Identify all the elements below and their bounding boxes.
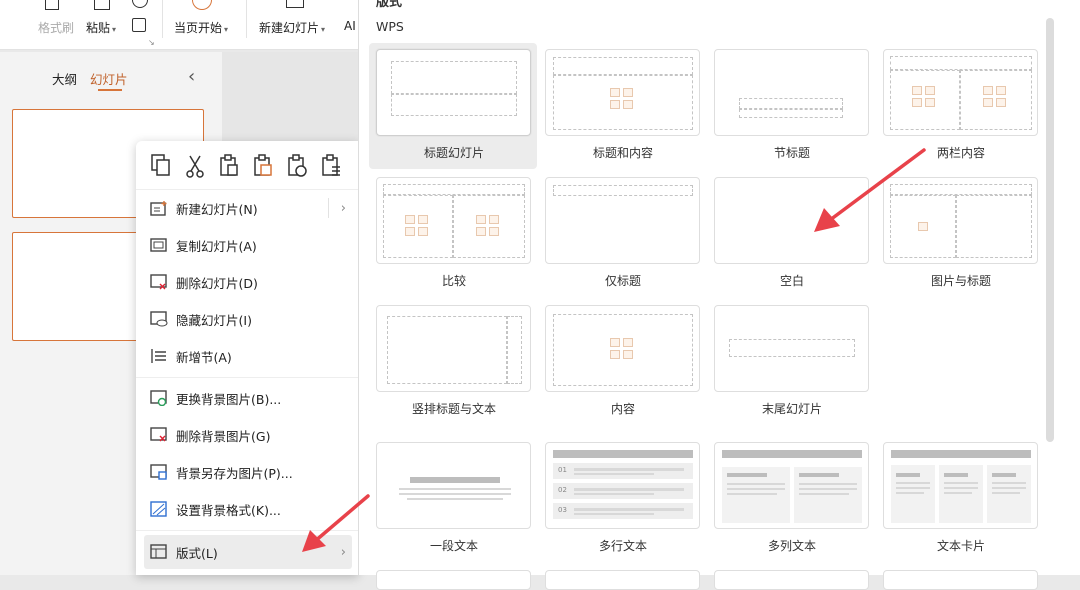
row-number: 03 bbox=[558, 506, 567, 514]
hide-slide-icon bbox=[150, 311, 168, 327]
add-section-icon bbox=[150, 348, 168, 364]
tab-outline[interactable]: 大纲 bbox=[52, 69, 77, 88]
layout-label: 比较 bbox=[441, 274, 466, 288]
menu-delete-background-image[interactable]: 删除背景图片(G) bbox=[144, 418, 352, 452]
menu-duplicate-slide[interactable]: 复制幻灯片(A) bbox=[144, 228, 352, 262]
layout-label: 仅标题 bbox=[604, 274, 641, 288]
template-multi-column[interactable] bbox=[714, 442, 869, 529]
picture-placeholder-icon bbox=[610, 338, 636, 362]
menu-delete-slide[interactable]: 删除幻灯片(D) bbox=[144, 265, 352, 299]
cut-icon[interactable] bbox=[184, 153, 206, 179]
paste-special-icon[interactable] bbox=[320, 153, 342, 179]
paste-icon[interactable] bbox=[218, 153, 240, 179]
change-background-icon bbox=[150, 390, 168, 407]
layout-title-and-content[interactable] bbox=[545, 49, 700, 136]
new-slide-icon bbox=[286, 0, 304, 8]
layout-content[interactable] bbox=[545, 305, 700, 392]
annotation-arrow-layout-menu bbox=[302, 494, 370, 552]
play-from-current-button[interactable]: 当页开始 ▾ bbox=[174, 19, 228, 36]
template-partial[interactable] bbox=[376, 570, 531, 590]
delete-slide-icon bbox=[150, 274, 168, 290]
template-label: 多列文本 bbox=[767, 539, 816, 553]
menu-change-background-image[interactable]: 更换背景图片(B)... bbox=[144, 381, 352, 415]
format-painter-button[interactable]: 格式刷 bbox=[38, 19, 74, 36]
layout-comparison[interactable] bbox=[376, 177, 531, 264]
layout-end-slide[interactable] bbox=[714, 305, 869, 392]
ai-button[interactable]: AI bbox=[344, 19, 356, 33]
layout-label: 末尾幻灯片 bbox=[761, 402, 822, 416]
layout-label: 标题和内容 bbox=[592, 146, 653, 160]
delete-background-icon bbox=[150, 427, 168, 443]
layout-label: 空白 bbox=[779, 274, 804, 288]
save-background-icon bbox=[150, 464, 168, 480]
row-number: 02 bbox=[558, 486, 567, 494]
cut-icon bbox=[132, 0, 148, 8]
template-label: 多行文本 bbox=[598, 539, 647, 553]
picture-placeholder-icon bbox=[912, 86, 938, 110]
menu-new-slide[interactable]: 新建幻灯片(N) › bbox=[144, 191, 352, 225]
paste-icon bbox=[94, 0, 110, 10]
submenu-arrow-icon: › bbox=[340, 200, 346, 216]
paste-options-corner[interactable]: ↘ bbox=[148, 38, 155, 47]
layout-icon bbox=[150, 544, 168, 560]
layout-vertical-title-and-text[interactable] bbox=[376, 305, 531, 392]
copy-icon bbox=[132, 18, 146, 32]
tab-slides[interactable]: 幻灯片 bbox=[90, 69, 128, 88]
template-text-cards[interactable] bbox=[883, 442, 1038, 529]
layout-label: 内容 bbox=[610, 402, 635, 416]
ribbon-toolbar: 格式刷 粘贴 ▾ ↘ 当页开始 ▾ 新建幻灯片 ▾ AI bbox=[0, 0, 358, 50]
paste-as-picture-icon[interactable] bbox=[252, 153, 274, 179]
tab-slides-underline bbox=[98, 89, 122, 91]
layout-label: 竖排标题与文本 bbox=[411, 402, 496, 416]
picture-placeholder-icon bbox=[983, 86, 1009, 110]
layout-label: 标题幻灯片 bbox=[423, 146, 484, 160]
annotation-arrow-blank-layout bbox=[814, 148, 926, 232]
template-single-paragraph[interactable] bbox=[376, 442, 531, 529]
section-label-wps: WPS bbox=[376, 19, 404, 34]
template-partial[interactable] bbox=[714, 570, 869, 590]
picture-placeholder-icon bbox=[476, 215, 502, 239]
scrollbar[interactable] bbox=[1046, 18, 1054, 442]
layout-section-header[interactable] bbox=[714, 49, 869, 136]
template-label: 一段文本 bbox=[429, 539, 478, 553]
picture-placeholder-icon bbox=[405, 215, 431, 239]
panel-header-cut: 版式 bbox=[376, 0, 403, 10]
row-number: 01 bbox=[558, 466, 567, 474]
menu-add-section[interactable]: 新增节(A) bbox=[144, 339, 352, 373]
layout-title-slide[interactable] bbox=[376, 49, 531, 136]
format-painter-icon bbox=[45, 0, 59, 10]
layout-label: 图片与标题 bbox=[930, 274, 991, 288]
duplicate-slide-icon bbox=[150, 237, 168, 253]
template-partial[interactable] bbox=[883, 570, 1038, 590]
paste-button[interactable]: 粘贴 ▾ bbox=[86, 19, 116, 36]
template-label: 文本卡片 bbox=[936, 539, 985, 553]
template-multi-line[interactable]: 01 02 03 bbox=[545, 442, 700, 529]
paste-keep-source-icon[interactable] bbox=[286, 153, 308, 179]
collapse-pane-button[interactable]: ‹ bbox=[188, 66, 195, 87]
new-slide-icon bbox=[150, 200, 168, 216]
layout-two-content[interactable] bbox=[883, 49, 1038, 136]
template-partial[interactable] bbox=[545, 570, 700, 590]
copy-icon[interactable] bbox=[150, 153, 172, 179]
menu-save-background-as-picture[interactable]: 背景另存为图片(P)... bbox=[144, 455, 352, 489]
play-icon bbox=[192, 0, 212, 10]
format-background-icon bbox=[150, 501, 168, 517]
menu-hide-slide[interactable]: 隐藏幻灯片(I) bbox=[144, 302, 352, 336]
picture-placeholder-icon bbox=[610, 88, 636, 112]
layout-title-only[interactable] bbox=[545, 177, 700, 264]
new-slide-button[interactable]: 新建幻灯片 ▾ bbox=[259, 19, 325, 36]
